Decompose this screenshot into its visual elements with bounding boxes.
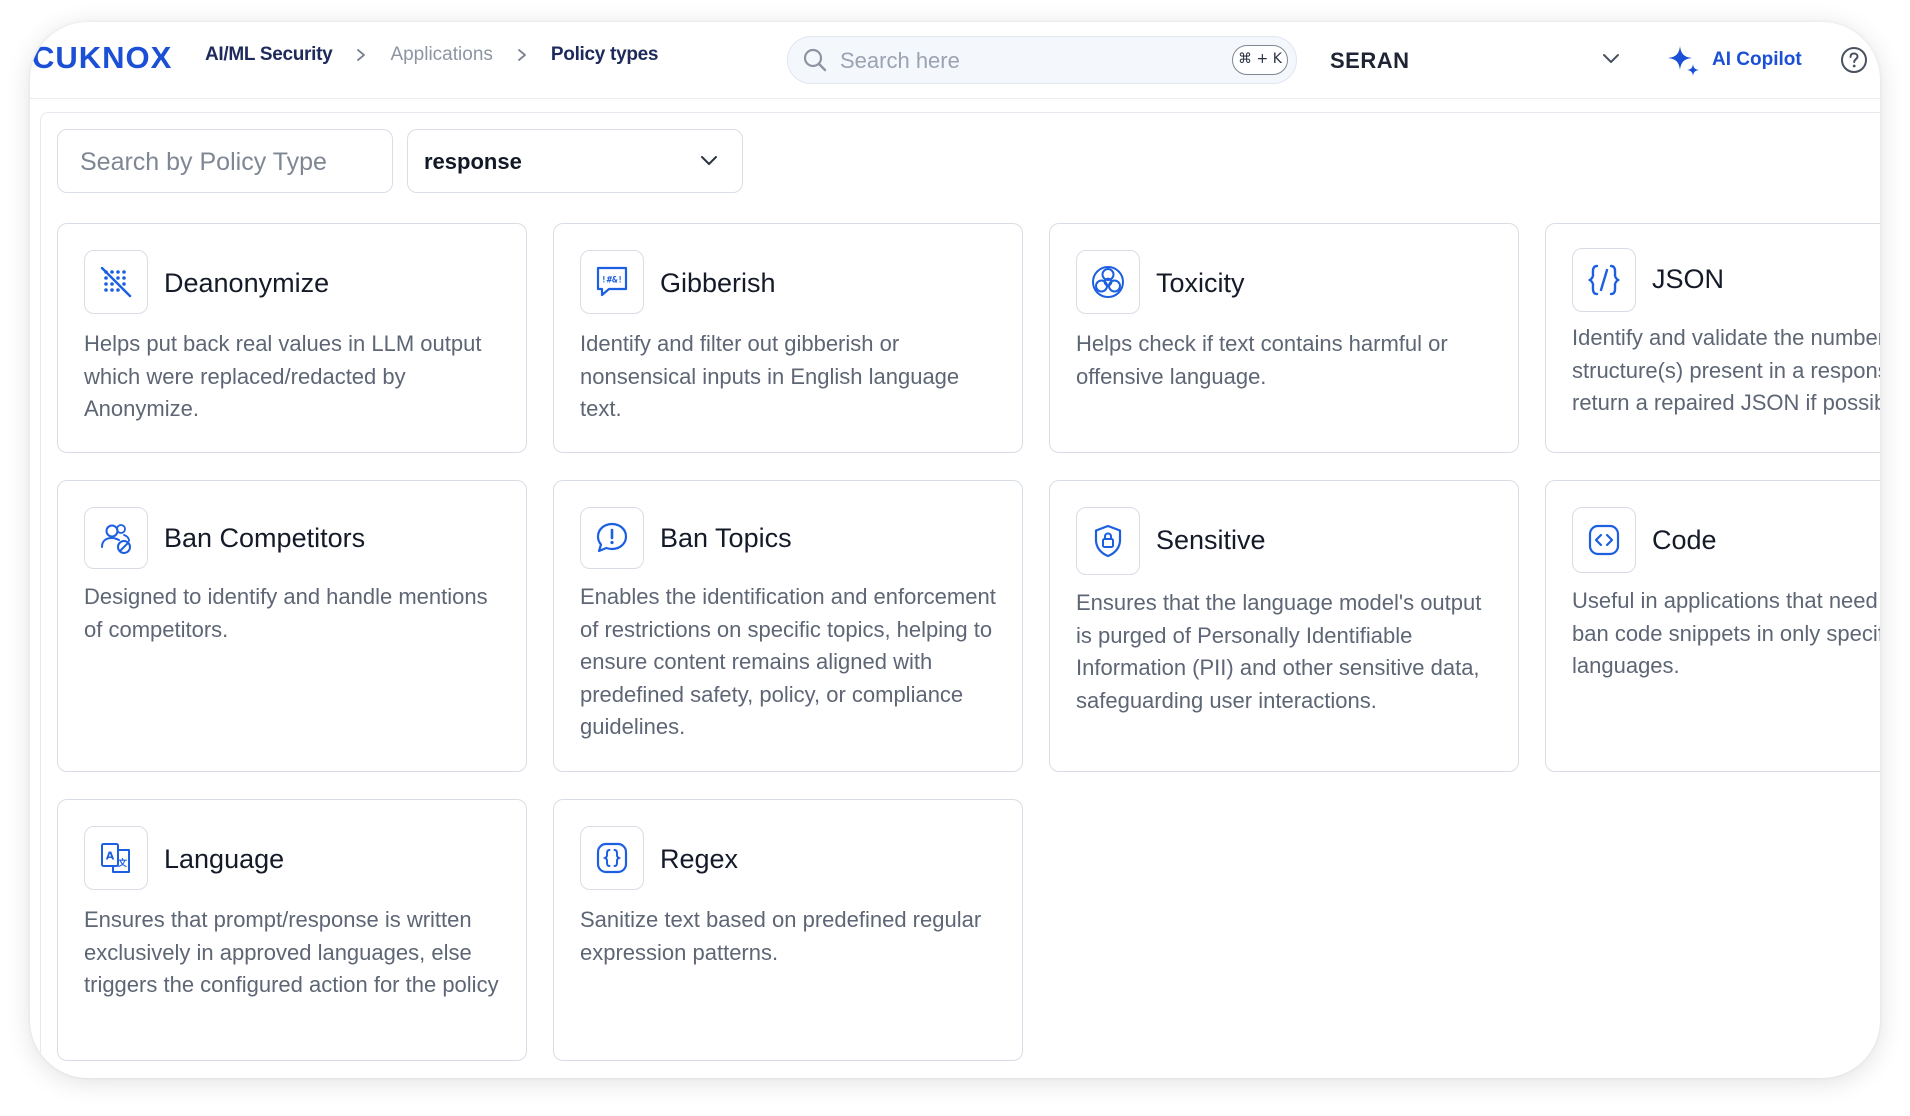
- card-title: Ban Topics: [660, 523, 792, 553]
- card-description: Identify and filter out gibberish or non…: [580, 331, 960, 421]
- card-description: Ensures that prompt/response is written …: [84, 907, 499, 997]
- help-icon[interactable]: [1840, 46, 1868, 79]
- policy-card-ban-topics[interactable]: Ban Topics Enables the identification an…: [553, 480, 1023, 772]
- card-title: Deanonymize: [164, 268, 330, 298]
- card-title: Code: [1652, 525, 1717, 555]
- breadcrumb-applications[interactable]: Applications: [390, 44, 492, 66]
- card-description: Useful in applications that need to allo…: [1572, 588, 1880, 678]
- card-description: Enables the identification and enforceme…: [580, 584, 996, 739]
- translate-icon: A 文: [84, 826, 148, 890]
- policy-type-search[interactable]: [57, 129, 393, 193]
- policy-card-sensitive[interactable]: Sensitive Ensures that the language mode…: [1049, 480, 1519, 772]
- card-description: Ensures that the language model's output…: [1076, 590, 1482, 713]
- top-bar: CUKNOX AI/ML Security Applications Polic…: [30, 22, 1880, 99]
- card-title: Gibberish: [660, 268, 776, 298]
- card-title: Regex: [660, 844, 739, 874]
- users-blocked-icon: [84, 507, 148, 569]
- chevron-down-icon: [1602, 52, 1620, 70]
- card-title: Toxicity: [1156, 268, 1245, 298]
- json-braces-icon: [1572, 248, 1636, 312]
- policy-card-language[interactable]: A 文 Language Ensures that prompt/respons…: [57, 799, 527, 1061]
- breadcrumb-ai-ml-security[interactable]: AI/ML Security: [205, 44, 333, 66]
- shield-lock-icon: [1076, 507, 1140, 575]
- policy-card-deanonymize[interactable]: Deanonymize Helps put back real values i…: [57, 223, 527, 453]
- policy-card-code[interactable]: Code Useful in applications that need to…: [1545, 480, 1880, 772]
- tenant-name: SERAN: [1330, 48, 1410, 73]
- alert-bubble-icon: [580, 507, 644, 569]
- policy-card-gibberish[interactable]: !#&! Gibberish Identify and filter out g…: [553, 223, 1023, 453]
- brand-logo[interactable]: CUKNOX: [32, 40, 172, 76]
- search-icon: [802, 47, 828, 78]
- policy-category-value: response: [424, 149, 522, 174]
- sparkle-icon: [1668, 46, 1699, 76]
- policy-card-toxicity[interactable]: Toxicity Helps check if text contains ha…: [1049, 223, 1519, 453]
- ai-copilot-button[interactable]: AI Copilot: [1666, 38, 1802, 82]
- card-title: JSON: [1652, 264, 1725, 294]
- regex-braces-icon: [580, 826, 644, 890]
- svg-text:!#&!: !#&!: [601, 276, 623, 286]
- policy-category-select[interactable]: response: [407, 129, 743, 193]
- card-title: Language: [164, 844, 285, 874]
- card-description: Designed to identify and handle mentions…: [84, 584, 488, 642]
- breadcrumb-policy-types: Policy types: [550, 44, 659, 65]
- card-description: Sanitize text based on predefined regula…: [580, 907, 982, 965]
- breadcrumb: AI/ML Security Applications Policy types: [205, 44, 658, 66]
- biohazard-icon: [1076, 250, 1140, 314]
- gibberish-chat-icon: !#&!: [580, 250, 644, 314]
- app-window: CUKNOX AI/ML Security Applications Polic…: [30, 22, 1880, 1078]
- card-title: Sensitive: [1156, 525, 1266, 555]
- svg-text:文: 文: [117, 857, 128, 869]
- card-description: Helps put back real values in LLM output…: [84, 331, 482, 421]
- card-title: Ban Competitors: [164, 523, 366, 553]
- card-description: Identify and validate the number of JSON…: [1572, 325, 1880, 415]
- content-panel: response Deanonymize Helps put b: [40, 112, 1880, 1078]
- tenant-selector[interactable]: SERAN: [1330, 36, 1620, 84]
- global-search[interactable]: ⌘ + K: [787, 36, 1297, 84]
- global-search-input[interactable]: [838, 45, 1212, 77]
- policy-card-ban-competitors[interactable]: Ban Competitors Designed to identify and…: [57, 480, 527, 772]
- search-shortcut-badge: ⌘ + K: [1232, 45, 1288, 75]
- card-description: Helps check if text contains harmful or …: [1076, 331, 1448, 389]
- code-icon: [1572, 507, 1636, 573]
- crossed-grid-icon: [84, 250, 148, 314]
- chevron-right-icon: [509, 45, 535, 65]
- policy-card-regex[interactable]: Regex Sanitize text based on predefined …: [553, 799, 1023, 1061]
- policy-type-search-input[interactable]: [78, 145, 382, 179]
- policy-card-json[interactable]: JSON Identify and validate the number of…: [1545, 223, 1880, 453]
- chevron-down-icon: [700, 154, 718, 172]
- chevron-right-icon: [348, 45, 374, 65]
- ai-copilot-label: AI Copilot: [1712, 49, 1802, 70]
- svg-text:A: A: [106, 850, 115, 863]
